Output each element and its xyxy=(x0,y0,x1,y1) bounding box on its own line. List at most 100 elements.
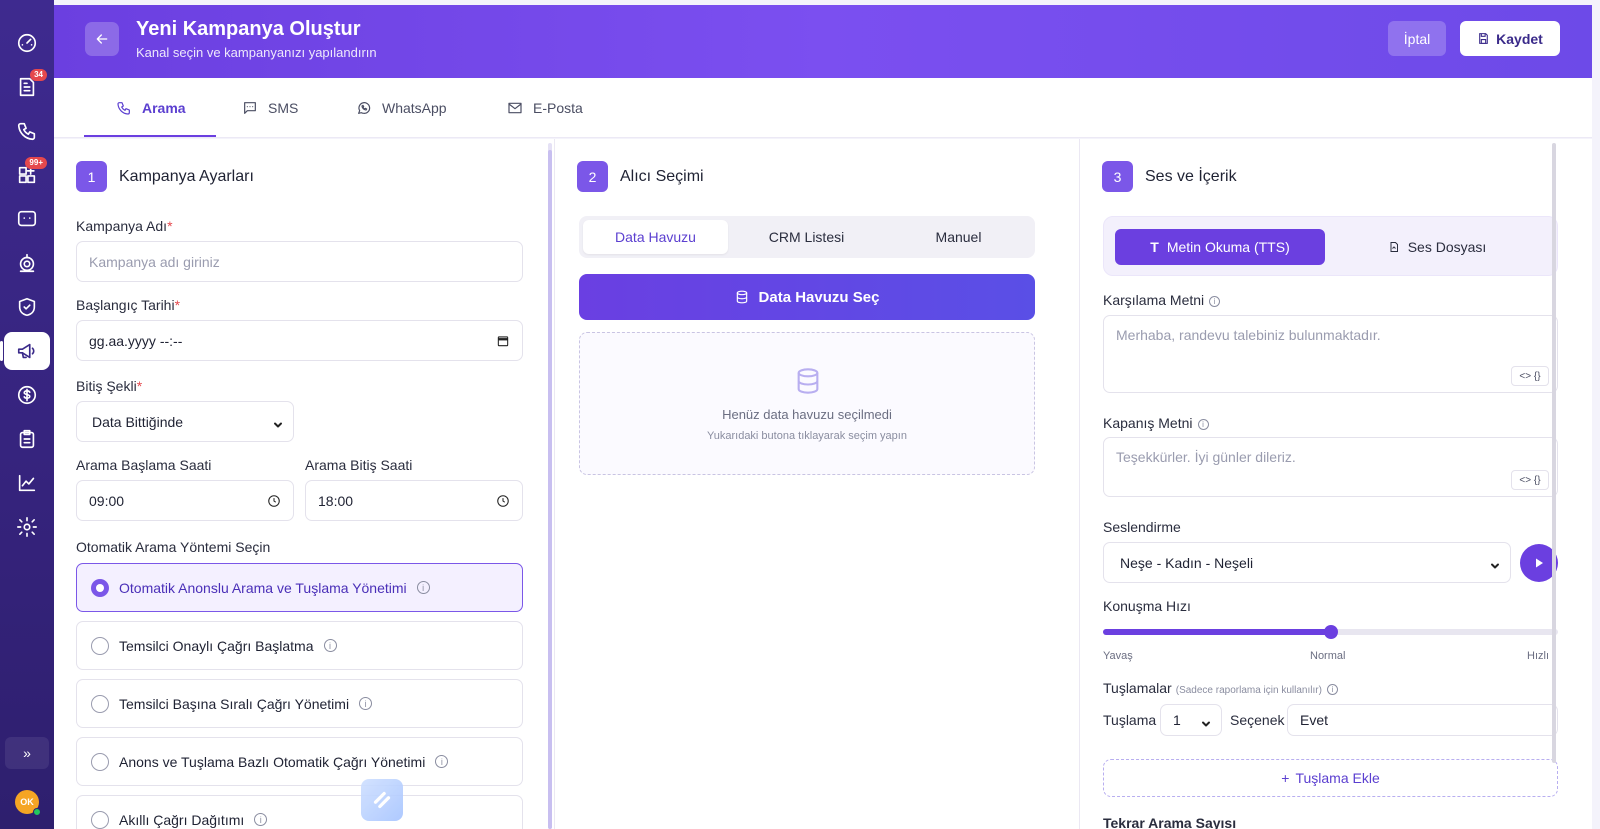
radio-button[interactable] xyxy=(91,752,109,771)
select-data-pool-label: Data Havuzu Seç xyxy=(758,288,880,306)
speed-fast-label: Hızlı xyxy=(1527,650,1549,662)
sidebar-item-dashboard[interactable] xyxy=(5,24,49,62)
sidebar-item-analytics[interactable] xyxy=(5,464,49,502)
method-option[interactable]: Temsilci Başına Sıralı Çağrı Yönetimi i xyxy=(76,679,523,728)
key-value: 1 xyxy=(1173,712,1181,728)
tab-e-posta[interactable]: E-Posta xyxy=(507,78,583,138)
segment-data-pool[interactable]: Data Havuzu xyxy=(583,220,728,254)
sidebar-item-chat[interactable] xyxy=(5,200,49,238)
mode-tts-button[interactable]: T Metin Okuma (TTS) xyxy=(1115,229,1325,265)
end-type-select[interactable]: Data Bittiğinde xyxy=(76,401,294,442)
clock-icon[interactable] xyxy=(496,494,510,508)
recipient-panel: 2 Alıcı Seçimi Data Havuzu CRM Listesi M… xyxy=(555,139,1079,829)
call-start-input[interactable]: 09:00 xyxy=(76,480,294,521)
info-icon[interactable]: i xyxy=(416,581,430,594)
info-icon[interactable]: i xyxy=(254,813,268,826)
mode-file-button[interactable]: Ses Dosyası xyxy=(1332,229,1542,265)
insert-variable-button[interactable]: <> {} xyxy=(1511,470,1549,490)
info-icon: i xyxy=(1209,295,1221,307)
method-option-label: Temsilci Başına Sıralı Çağrı Yönetimi xyxy=(119,695,350,712)
avatar[interactable]: OK xyxy=(15,790,41,816)
back-button[interactable] xyxy=(85,22,119,56)
sidebar-expand-button[interactable]: » xyxy=(5,737,49,769)
mail-icon xyxy=(508,102,522,114)
select-data-pool-button[interactable]: Data Havuzu Seç xyxy=(579,274,1035,320)
calendar-icon[interactable] xyxy=(496,334,510,348)
app: 34 99+ » OK Yeni Kampanya Oluştur Kanal … xyxy=(0,0,1600,829)
greeting-textarea[interactable]: Merhaba, randevu talebiniz bulunmaktadır… xyxy=(1103,315,1558,393)
speed-slider-thumb[interactable] xyxy=(1323,625,1338,639)
call-end-input[interactable]: 18:00 xyxy=(305,480,523,521)
segment-crm-list[interactable]: CRM Listesi xyxy=(734,220,879,254)
campaign-name-input[interactable]: Kampanya adı giriniz xyxy=(76,241,523,282)
clock-icon[interactable] xyxy=(267,494,281,508)
closing-textarea[interactable]: Teşekkürler. İyi günler dileriz. <> {} xyxy=(1103,437,1558,497)
info-icon[interactable]: i xyxy=(435,755,449,768)
file-audio-icon xyxy=(1390,242,1398,252)
segment-manual[interactable]: Manuel xyxy=(886,220,1031,254)
info-icon: i xyxy=(1197,418,1209,430)
page-header: Yeni Kampanya Oluştur Kanal seçin ve kam… xyxy=(54,5,1592,78)
start-date-input[interactable]: gg.aa.yyyy --:-- xyxy=(76,320,523,361)
save-button[interactable]: Kaydet xyxy=(1460,21,1560,56)
tab-sms[interactable]: SMS xyxy=(242,78,298,138)
voice-select[interactable]: Neşe - Kadın - Neşeli xyxy=(1103,542,1511,583)
campaign-settings-panel: 1 Kampanya Ayarları Kampanya Adı* Kampan… xyxy=(54,139,554,829)
closing-label: Kapanış Metni i xyxy=(1103,415,1209,431)
radio-button[interactable] xyxy=(91,578,109,597)
add-key-label: Tuşlama Ekle xyxy=(1295,770,1380,786)
sidebar-item-widgets[interactable]: 99+ xyxy=(5,156,49,194)
insert-variable-button[interactable]: <> {} xyxy=(1511,366,1549,386)
floating-widget-logo[interactable] xyxy=(361,779,403,821)
cancel-button[interactable]: İptal xyxy=(1388,21,1446,56)
whatsapp-icon xyxy=(358,102,371,114)
section-title: Ses ve İçerik xyxy=(1145,167,1237,185)
speed-label: Konuşma Hızı xyxy=(1103,598,1191,614)
voice-label: Seslendirme xyxy=(1103,519,1181,535)
sidebar-item-calls[interactable] xyxy=(5,112,49,150)
info-icon[interactable]: i xyxy=(359,697,373,710)
message-icon xyxy=(244,102,256,114)
info-icon[interactable]: i xyxy=(323,639,337,652)
speed-slider[interactable] xyxy=(1103,625,1558,639)
retry-count-label: Tekrar Arama Sayısı xyxy=(1103,815,1237,829)
widgets-badge: 99+ xyxy=(25,157,47,169)
option-input[interactable]: Evet xyxy=(1287,704,1558,736)
radio-button[interactable] xyxy=(91,810,109,829)
section-title: Kampanya Ayarları xyxy=(119,167,254,185)
tab-arama[interactable]: Arama xyxy=(116,78,186,138)
start-date-value: gg.aa.yyyy --:-- xyxy=(89,332,183,349)
radio-button[interactable] xyxy=(91,636,109,655)
sidebar-item-tasks[interactable] xyxy=(5,420,49,458)
phone-icon xyxy=(117,102,130,115)
sidebar-item-settings[interactable] xyxy=(5,508,49,546)
sidebar-item-reports[interactable]: 34 xyxy=(5,68,49,106)
tab-whatsapp[interactable]: WhatsApp xyxy=(356,78,447,138)
speed-normal-label: Normal xyxy=(1310,650,1346,662)
online-status-dot xyxy=(33,808,41,816)
scrollbar[interactable] xyxy=(548,150,552,829)
method-option[interactable]: Temsilci Onaylı Çağrı Başlatma i xyxy=(76,621,523,670)
call-end-value: 18:00 xyxy=(318,492,354,509)
chart-icon xyxy=(18,474,36,492)
method-option[interactable]: Otomatik Anonslu Arama ve Tuşlama Yöneti… xyxy=(76,563,523,612)
chevron-down-icon xyxy=(273,417,283,428)
add-key-button[interactable]: + Tuşlama Ekle xyxy=(1103,759,1558,797)
radio-button[interactable] xyxy=(91,694,109,713)
method-option[interactable]: Akıllı Çağrı Dağıtımı i xyxy=(76,795,523,829)
scrollbar[interactable] xyxy=(1552,143,1556,763)
campaign-name-label: Kampanya Adı* xyxy=(76,218,173,234)
mode-tts-label: Metin Okuma (TTS) xyxy=(1166,239,1290,255)
method-option-label: Otomatik Anonslu Arama ve Tuşlama Yöneti… xyxy=(119,579,407,596)
tab-label: WhatsApp xyxy=(382,100,447,116)
key-select[interactable]: 1 xyxy=(1160,704,1222,736)
database-icon xyxy=(736,290,747,304)
sidebar-item-security[interactable] xyxy=(5,288,49,326)
method-option[interactable]: Anons ve Tuşlama Bazlı Otomatik Çağrı Yö… xyxy=(76,737,523,786)
sidebar-item-campaigns[interactable] xyxy=(0,332,50,370)
key-label: Tuşlama xyxy=(1103,712,1157,728)
sidebar-item-bot[interactable] xyxy=(5,244,49,282)
sidebar-item-finance[interactable] xyxy=(5,376,49,414)
closing-placeholder: Teşekkürler. İyi günler dileriz. xyxy=(1116,449,1296,465)
play-icon xyxy=(1536,558,1543,568)
